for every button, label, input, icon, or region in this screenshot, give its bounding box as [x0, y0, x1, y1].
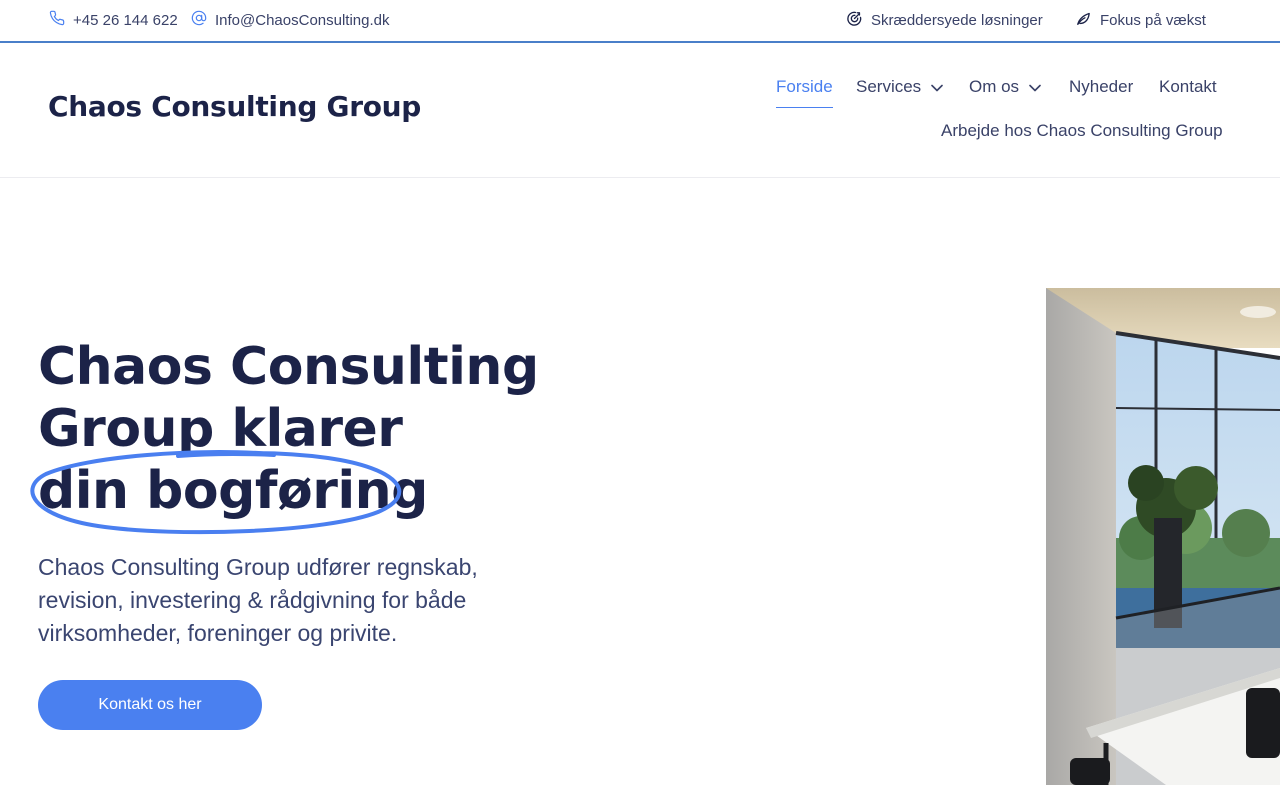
nav-item-contact[interactable]: Kontakt	[1159, 77, 1217, 97]
nav-item-news[interactable]: Nyheder	[1069, 77, 1133, 97]
contact-cta-button[interactable]: Kontakt os her	[38, 680, 262, 730]
feature-tailored-label: Skræddersyede løsninger	[871, 11, 1043, 29]
feature-growth-label: Fokus på vækst	[1100, 11, 1206, 29]
nav-item-careers[interactable]: Arbejde hos Chaos Consulting Group	[941, 121, 1223, 141]
hero-subtitle: Chaos Consulting Group udfører regnskab,…	[38, 554, 478, 646]
nav-item-home-label: Forside	[776, 77, 833, 96]
hero-title-highlight: din bogføring	[30, 450, 428, 535]
hero-title-line-3: din bogføring	[38, 461, 428, 521]
nav-item-about[interactable]: Om os	[969, 77, 1041, 97]
phone-link[interactable]: +45 26 144 622	[49, 10, 178, 30]
hero-title: Chaos Consulting Group klarer din bogfør…	[30, 336, 598, 535]
email-link[interactable]: Info@ChaosConsulting.dk	[191, 10, 390, 30]
phone-number: +45 26 144 622	[73, 11, 178, 29]
nav-item-careers-label: Arbejde hos Chaos Consulting Group	[941, 121, 1223, 140]
at-sign-icon	[191, 10, 215, 30]
site-header: Chaos Consulting Group Forside Services …	[0, 43, 1280, 178]
feature-growth: Fokus på vækst	[1075, 10, 1206, 30]
leaf-icon	[1075, 10, 1100, 31]
email-address: Info@ChaosConsulting.dk	[215, 11, 390, 29]
top-contact-bar: +45 26 144 622 Info@ChaosConsulting.dk S…	[0, 0, 1280, 43]
phone-icon	[49, 10, 73, 30]
feature-tailored: Skræddersyede løsninger	[846, 10, 1043, 30]
nav-item-services-label: Services	[856, 77, 922, 96]
nav-item-home[interactable]: Forside	[776, 77, 833, 108]
hero-title-line-1: Chaos Consulting	[38, 337, 539, 397]
nav-item-services[interactable]: Services	[856, 77, 943, 97]
hero-office-photo	[1046, 288, 1280, 785]
nav-item-about-label: Om os	[969, 77, 1020, 96]
chevron-down-icon	[1019, 77, 1041, 97]
target-icon	[846, 10, 871, 31]
nav-item-contact-label: Kontakt	[1159, 77, 1217, 96]
hero-title-line-2: Group klarer	[38, 399, 403, 459]
nav-item-news-label: Nyheder	[1069, 77, 1134, 96]
chevron-down-icon	[921, 77, 943, 97]
site-logo-text[interactable]: Chaos Consulting Group	[48, 90, 421, 123]
